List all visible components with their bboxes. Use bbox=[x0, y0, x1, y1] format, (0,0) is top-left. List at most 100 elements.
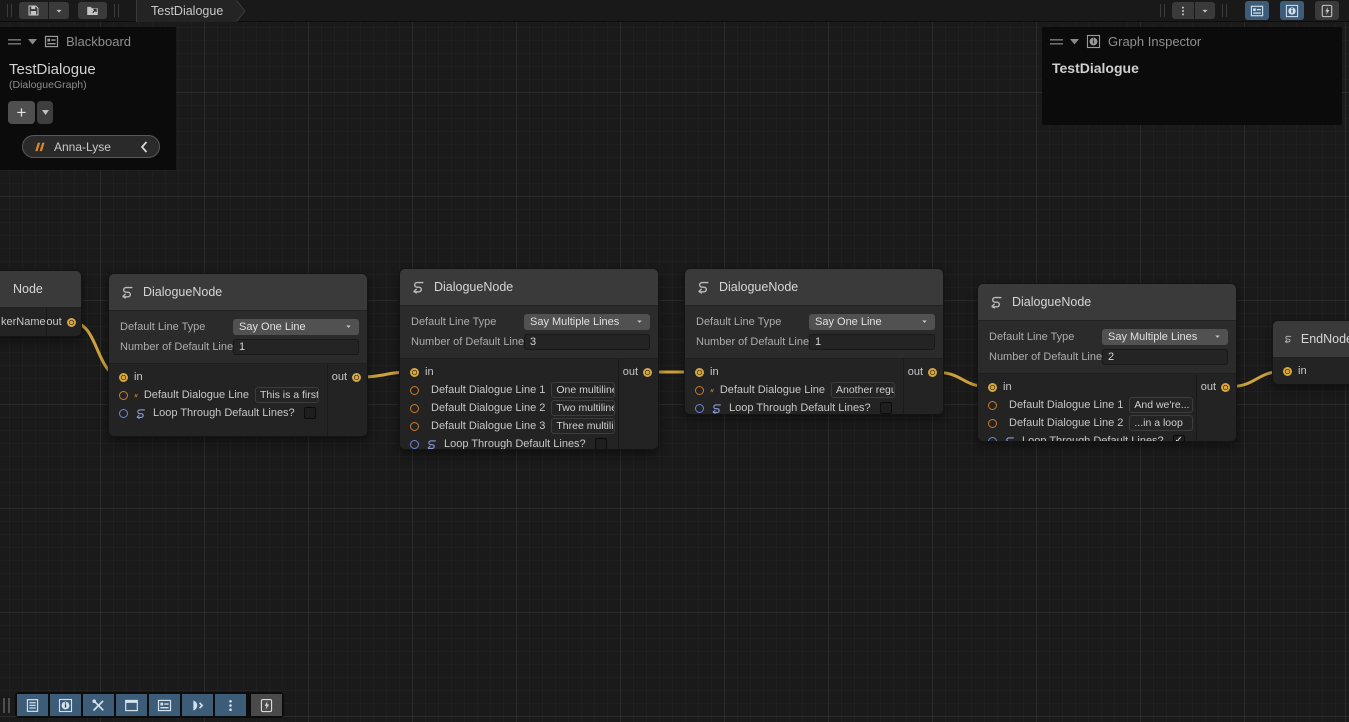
blackboard-panel: Blackboard TestDialogue (DialogueGraph) … bbox=[0, 27, 176, 170]
property-label: Default Line Type bbox=[989, 331, 1102, 343]
quote-in-port[interactable] bbox=[410, 422, 419, 431]
end-node[interactable]: EndNodein bbox=[1272, 320, 1349, 385]
save-options-button[interactable] bbox=[49, 2, 69, 19]
loop-in-port[interactable] bbox=[119, 409, 128, 418]
port-row-loop: Loop Through Default Lines? bbox=[109, 404, 327, 422]
panel-more-button[interactable] bbox=[215, 694, 246, 716]
quote-in-port[interactable] bbox=[410, 404, 419, 413]
info-box-icon bbox=[1086, 34, 1101, 49]
exec-out-port[interactable] bbox=[928, 368, 937, 377]
save-button[interactable] bbox=[19, 2, 48, 19]
dialogue-line-field[interactable]: This is a first bbox=[255, 387, 319, 403]
node-properties: Default Line TypeSay One LineNumber of D… bbox=[685, 306, 943, 359]
node-title: EndNode bbox=[1301, 332, 1349, 346]
squiggle-icon bbox=[1283, 331, 1293, 347]
toggle-bolt-button[interactable] bbox=[1315, 1, 1339, 20]
squiggle-icon bbox=[695, 279, 711, 295]
exec-in-port[interactable] bbox=[988, 383, 997, 392]
dialogue-line-field[interactable]: One multiline bbox=[551, 382, 615, 398]
line-type-dropdown[interactable]: Say Multiple Lines bbox=[524, 314, 650, 330]
line-type-dropdown[interactable]: Say Multiple Lines bbox=[1102, 329, 1228, 345]
dialogue-node-1[interactable]: DialogueNode Default Line TypeSay One Lin… bbox=[108, 273, 368, 437]
node-title-bar[interactable]: EndNode bbox=[1273, 321, 1349, 358]
node-title-bar[interactable]: Node bbox=[0, 271, 81, 308]
dialogue-line-field[interactable]: ...in a loop bbox=[1129, 415, 1193, 431]
dialogue-line-field[interactable]: Another regu bbox=[831, 382, 895, 398]
dialogue-line-field[interactable]: Three multilin bbox=[551, 418, 615, 434]
dialogue-line-field[interactable]: Two multiline bbox=[551, 400, 615, 416]
loop-checkbox[interactable] bbox=[595, 438, 607, 450]
panel-console-button[interactable] bbox=[17, 694, 48, 716]
caret-down-icon bbox=[1200, 6, 1210, 16]
exec-out-port[interactable] bbox=[67, 318, 76, 327]
collapse-chevron-icon[interactable] bbox=[140, 141, 148, 153]
node-title-bar[interactable]: DialogueNode bbox=[978, 284, 1236, 321]
exec-in-port[interactable] bbox=[410, 368, 419, 377]
toolbar-drag-handle[interactable] bbox=[3, 698, 10, 713]
loop-in-port[interactable] bbox=[988, 437, 997, 443]
line-type-dropdown[interactable]: Say One Line bbox=[809, 314, 935, 330]
toggle-blackboard-button[interactable] bbox=[1245, 1, 1269, 20]
toggle-graph-inspector-button[interactable] bbox=[1280, 1, 1304, 20]
drag-handle-icon[interactable] bbox=[8, 38, 21, 46]
foldout-icon[interactable] bbox=[28, 38, 37, 45]
exec-out-port[interactable] bbox=[352, 373, 361, 382]
quote-in-port[interactable] bbox=[410, 386, 419, 395]
node-title-bar[interactable]: DialogueNode bbox=[109, 274, 367, 311]
loop-in-port[interactable] bbox=[410, 440, 419, 449]
quote-in-port[interactable] bbox=[119, 391, 128, 400]
dialogue-line-field[interactable]: And we're... bbox=[1129, 397, 1193, 413]
port-row-exec: in bbox=[978, 378, 1196, 396]
panel-dialogue-button[interactable] bbox=[182, 694, 213, 716]
dialogue-node-2[interactable]: DialogueNodeDefault Line TypeSay Multipl… bbox=[399, 268, 659, 450]
exec-in-port[interactable] bbox=[695, 368, 704, 377]
quote-in-port[interactable] bbox=[988, 419, 997, 428]
toolbar-separator bbox=[7, 4, 12, 17]
graph-tab[interactable]: TestDialogue bbox=[136, 0, 237, 22]
exec-in-port[interactable] bbox=[1283, 367, 1292, 376]
quote-icon bbox=[34, 141, 45, 152]
panel-inspector-button[interactable] bbox=[50, 694, 81, 716]
panel-blackboard-button[interactable] bbox=[149, 694, 180, 716]
node-title-bar[interactable]: DialogueNode bbox=[400, 269, 658, 306]
variable-pill[interactable]: Anna-Lyse bbox=[22, 135, 160, 158]
number-field[interactable]: 1 bbox=[233, 339, 359, 355]
node-title-bar[interactable]: DialogueNode bbox=[685, 269, 943, 306]
port-row-quote: Default Dialogue Line 2...in a loop bbox=[978, 414, 1196, 432]
number-field[interactable]: 2 bbox=[1102, 349, 1228, 365]
node-title: DialogueNode bbox=[434, 280, 513, 294]
dialogue-node-4[interactable]: DialogueNode Default Line TypeSay Multipl… bbox=[977, 283, 1237, 442]
dialogue-node-3[interactable]: DialogueNode Default Line TypeSay One Lin… bbox=[684, 268, 944, 415]
property-label: Number of Default Lines bbox=[696, 336, 809, 348]
loop-in-port[interactable] bbox=[695, 404, 704, 413]
node-title: DialogueNode bbox=[719, 280, 798, 294]
loop-checkbox[interactable] bbox=[880, 402, 892, 414]
add-variable-dropdown[interactable] bbox=[37, 101, 53, 124]
loop-checkbox[interactable]: ✓ bbox=[1173, 435, 1185, 442]
port-label: out bbox=[46, 316, 61, 328]
panel-bolt-button[interactable] bbox=[251, 694, 282, 716]
loop-checkbox[interactable] bbox=[304, 407, 316, 419]
exec-out-port[interactable] bbox=[643, 368, 652, 377]
inspector-header-label: Graph Inspector bbox=[1108, 34, 1201, 49]
quote-in-port[interactable] bbox=[988, 401, 997, 410]
exec-in-port[interactable] bbox=[119, 373, 128, 382]
overflow-menu-button[interactable] bbox=[1172, 2, 1194, 19]
drag-handle-icon[interactable] bbox=[1050, 38, 1063, 46]
overflow-menu-dropdown-button[interactable] bbox=[1195, 2, 1215, 19]
quote-in-port[interactable] bbox=[695, 386, 704, 395]
number-field[interactable]: 1 bbox=[809, 334, 935, 350]
number-field[interactable]: 3 bbox=[524, 334, 650, 350]
port-row-quote: Default Dialogue Line 1And we're... bbox=[978, 396, 1196, 414]
foldout-icon[interactable] bbox=[1070, 38, 1079, 45]
line-type-dropdown[interactable]: Say One Line bbox=[233, 319, 359, 335]
info-icon bbox=[1086, 34, 1101, 49]
add-variable-button[interactable]: + bbox=[8, 101, 35, 124]
show-in-project-button[interactable] bbox=[78, 2, 107, 19]
speaker-node[interactable]: NodekerNameout bbox=[0, 270, 82, 337]
property-label: Default Line Type bbox=[120, 321, 233, 333]
port-row-quote: Default Dialogue LineAnother regu bbox=[685, 381, 903, 399]
panel-tools-button[interactable] bbox=[83, 694, 114, 716]
exec-out-port[interactable] bbox=[1221, 383, 1230, 392]
panel-window-button[interactable] bbox=[116, 694, 147, 716]
